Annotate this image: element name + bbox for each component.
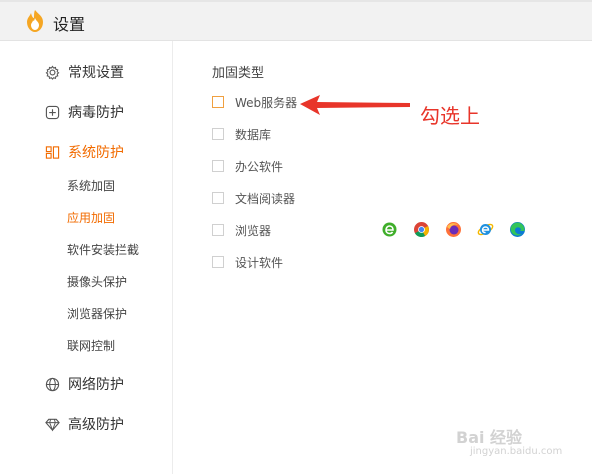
checkbox[interactable] <box>212 160 224 172</box>
edge-icon <box>509 221 526 238</box>
option-browser[interactable]: 浏览器 <box>212 221 271 239</box>
diamond-icon <box>44 416 60 432</box>
checkbox[interactable] <box>212 128 224 140</box>
title-bar: 设置 <box>0 2 592 41</box>
window-title: 设置 <box>53 15 86 34</box>
sidebar-item-label: 网络防护 <box>68 377 124 393</box>
sidebar-item-virus[interactable]: 病毒防护 <box>44 100 124 124</box>
sidebar-item-label: 病毒防护 <box>68 105 124 121</box>
option-label: 浏览器 <box>235 223 272 238</box>
checkbox[interactable] <box>212 192 224 204</box>
annotation-text: 勾选上 <box>420 104 480 128</box>
chrome-icon <box>413 221 430 238</box>
checkbox[interactable] <box>212 256 224 268</box>
section-title: 加固类型 <box>212 66 265 81</box>
system-grid-icon <box>44 144 60 160</box>
sidebar-subitem-browser-protect[interactable]: 浏览器保护 <box>67 305 127 323</box>
watermark-text: Bai 经验 <box>456 428 523 447</box>
sidebar-subitem-camera-protect[interactable]: 摄像头保护 <box>67 273 127 291</box>
option-label: 办公软件 <box>235 159 284 174</box>
option-label: 文档阅读器 <box>235 191 296 206</box>
watermark: Bai 经验 <box>456 424 522 448</box>
sidebar-item-label: 常规设置 <box>68 65 124 81</box>
browser-icons <box>381 221 526 238</box>
firefox-icon <box>445 221 462 238</box>
sidebar-subitem-app-hardening[interactable]: 应用加固 <box>67 209 115 227</box>
option-label: Web服务器 <box>235 95 298 110</box>
sidebar-subitem-network-control[interactable]: 联网控制 <box>67 337 115 355</box>
gear-icon <box>44 64 60 80</box>
sidebar-subitem-install-block[interactable]: 软件安装拦截 <box>67 241 139 259</box>
option-web-server[interactable]: Web服务器 <box>212 93 297 111</box>
option-label: 设计软件 <box>235 255 284 270</box>
sidebar-item-general[interactable]: 常规设置 <box>44 60 124 84</box>
option-design[interactable]: 设计软件 <box>212 253 283 271</box>
sidebar-item-label: 系统防护 <box>68 145 124 161</box>
checkbox[interactable] <box>212 224 224 236</box>
option-doc-reader[interactable]: 文档阅读器 <box>212 189 295 207</box>
option-office[interactable]: 办公软件 <box>212 157 283 175</box>
option-label: 数据库 <box>235 127 272 142</box>
sidebar-item-label: 高级防护 <box>68 417 124 433</box>
app-logo-icon <box>27 10 43 32</box>
sidebar-item-advanced[interactable]: 高级防护 <box>44 412 124 436</box>
ie-green-icon <box>381 221 398 238</box>
watermark-url: jingyan.baidu.com <box>470 446 563 457</box>
checkbox[interactable] <box>212 96 224 108</box>
sidebar-subitem-system-hardening[interactable]: 系统加固 <box>67 177 115 195</box>
sidebar-item-system[interactable]: 系统防护 <box>44 140 124 164</box>
plus-box-icon <box>44 104 60 120</box>
annotation-arrow <box>300 95 410 115</box>
option-database[interactable]: 数据库 <box>212 125 271 143</box>
globe-icon <box>44 376 60 392</box>
sidebar-item-network[interactable]: 网络防护 <box>44 372 124 396</box>
ie-blue-icon <box>477 221 494 238</box>
